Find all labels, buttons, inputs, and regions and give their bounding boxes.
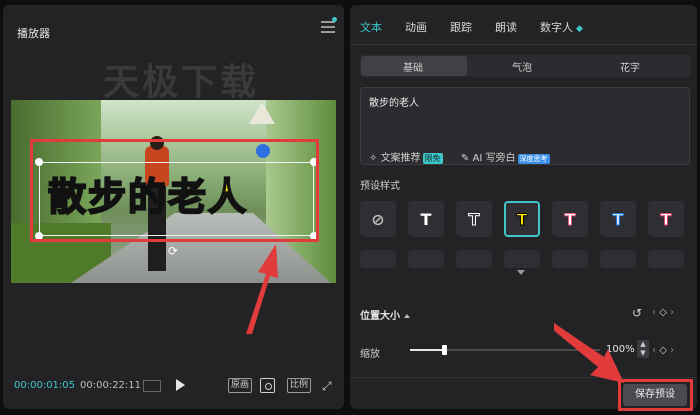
- position-size-header[interactable]: 位置大小: [360, 307, 410, 322]
- preset-white[interactable]: T: [408, 201, 444, 237]
- fullscreen-icon[interactable]: ⤢: [322, 379, 332, 394]
- subtab-basic[interactable]: 基础: [403, 59, 423, 74]
- subtab-bar: 基础 气泡 花字: [360, 55, 690, 77]
- watermark-text: 天极下载: [103, 62, 260, 103]
- diamond-icon: ◆: [576, 24, 583, 34]
- grid-icon[interactable]: [143, 380, 161, 392]
- tab-animation[interactable]: 动画: [405, 19, 427, 35]
- properties-panel: 文本 动画 跟踪 朗读 数字人 ◆ 基础 气泡 花字 散步的老人 ✧ 文案推荐 限免…: [350, 5, 697, 411]
- reset-icon[interactable]: ↺: [632, 306, 642, 320]
- tab-digital-human-label: 数字人: [540, 21, 573, 34]
- tab-read-aloud[interactable]: 朗读: [495, 19, 517, 35]
- keyframe-controls-scale[interactable]: ‹ ◇ ›: [652, 345, 674, 356]
- tab-digital-human[interactable]: 数字人 ◆: [540, 19, 583, 35]
- preset-none[interactable]: ⊘: [360, 201, 396, 237]
- tab-text[interactable]: 文本: [360, 19, 382, 35]
- ratio-button[interactable]: 比例: [287, 378, 312, 393]
- collapse-caret-icon: [404, 314, 410, 318]
- ai-narration-label: AI 写旁白: [472, 153, 516, 164]
- highlight-box-caption: [30, 139, 319, 242]
- preset-outline[interactable]: T: [456, 201, 492, 237]
- preset-row2-3[interactable]: [456, 250, 492, 268]
- tab-tracking[interactable]: 跟踪: [450, 19, 472, 35]
- deep-think-badge: 深度思考: [517, 154, 550, 164]
- preset-yellow[interactable]: T: [504, 201, 540, 237]
- preset-row2-5[interactable]: [552, 250, 588, 268]
- player-title: 播放器: [17, 27, 50, 40]
- copy-recommend-button[interactable]: ✧ 文案推荐 限免: [369, 149, 443, 164]
- subtab-fancy-text[interactable]: 花字: [620, 59, 640, 74]
- original-quality-button[interactable]: 原画: [228, 378, 253, 393]
- keyframe-controls-position[interactable]: ‹ ◇ ›: [652, 307, 674, 318]
- scale-slider-fill: [410, 349, 445, 351]
- preset-row2-6[interactable]: [600, 250, 636, 268]
- focus-icon[interactable]: [260, 378, 275, 393]
- preset-blue[interactable]: T: [600, 201, 636, 237]
- copy-recommend-label: 文案推荐: [380, 153, 421, 164]
- ai-narration-button[interactable]: ✎ AI 写旁白 深度思考: [461, 149, 550, 164]
- subtab-bubble[interactable]: 气泡: [512, 59, 532, 74]
- tab-bar: 文本 动画 跟踪 朗读 数字人 ◆: [350, 5, 697, 45]
- free-badge: 限免: [422, 153, 443, 164]
- no-style-icon: ⊘: [371, 209, 385, 229]
- position-size-label: 位置大小: [360, 311, 400, 322]
- red-arrow-annotation-1: [246, 244, 278, 334]
- menu-icon[interactable]: [321, 21, 335, 33]
- preset-row2-7[interactable]: [648, 250, 684, 268]
- notification-dot: [332, 17, 337, 22]
- scale-label: 缩放: [360, 349, 380, 360]
- text-input[interactable]: 散步的老人 ✧ 文案推荐 限免 ✎ AI 写旁白 深度思考: [360, 87, 690, 165]
- preset-row2-2[interactable]: [408, 250, 444, 268]
- expand-presets-chevron-icon[interactable]: [517, 270, 525, 275]
- time-total: 00:00:22:11: [80, 380, 142, 391]
- rotate-icon[interactable]: ⟳: [168, 244, 178, 258]
- scale-stepper[interactable]: ▲ ▼: [637, 340, 649, 358]
- preset-styles-label: 预设样式: [360, 181, 400, 192]
- preset-row2-4[interactable]: [504, 250, 540, 268]
- text-input-value: 散步的老人: [369, 98, 419, 109]
- preset-pink[interactable]: T: [552, 201, 588, 237]
- highlight-box-save: [618, 379, 693, 411]
- preset-red[interactable]: T: [648, 201, 684, 237]
- red-arrow-annotation-2: [554, 323, 624, 383]
- preset-row2-1[interactable]: [360, 250, 396, 268]
- play-icon[interactable]: [176, 379, 185, 391]
- scale-slider-thumb[interactable]: [442, 345, 448, 355]
- time-current: 00:00:01:05: [14, 380, 76, 391]
